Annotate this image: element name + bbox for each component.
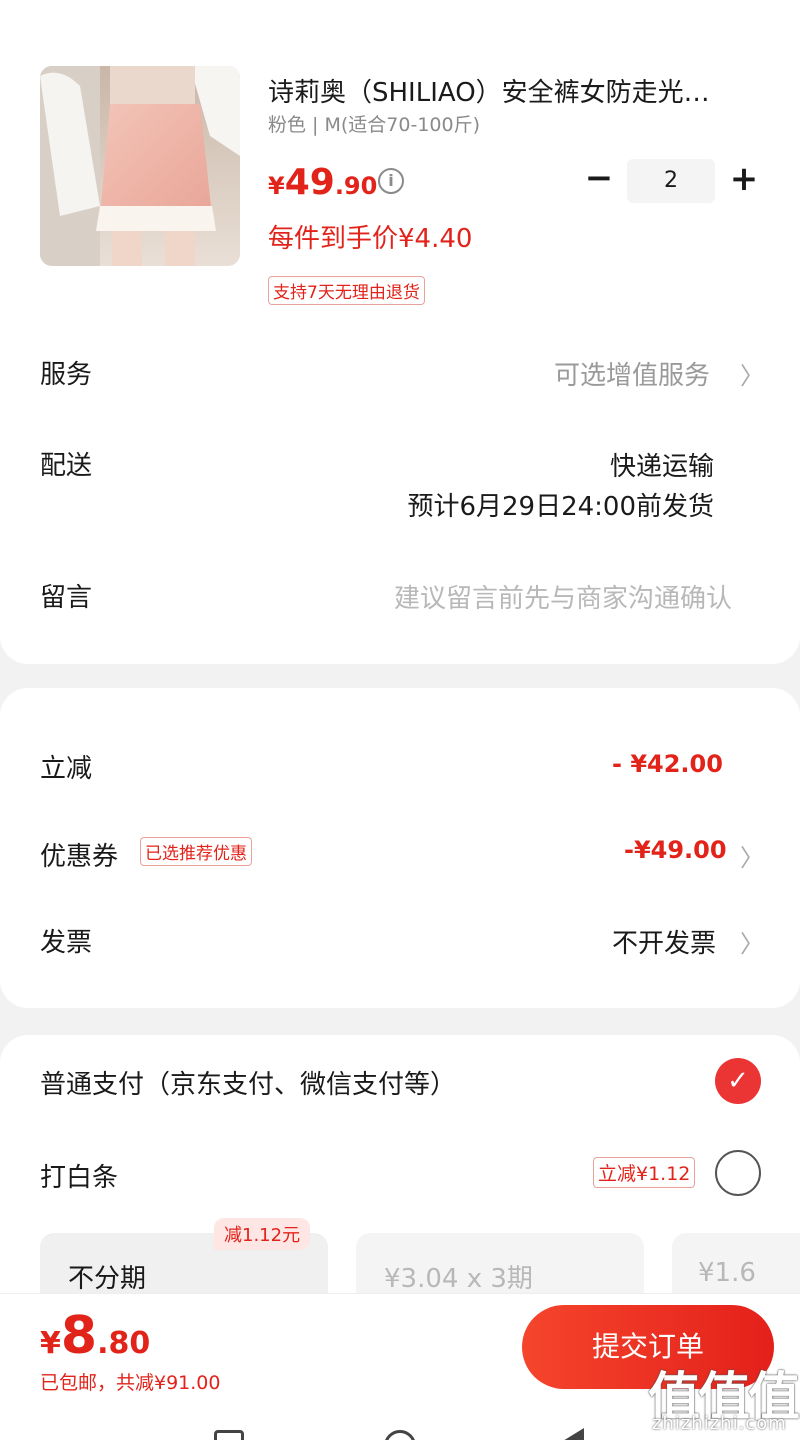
chevron-right-icon[interactable]: 〉 [740, 838, 764, 873]
plan-label: ¥1.6 [698, 1258, 756, 1288]
price-integer: 49 [284, 162, 335, 203]
site-watermark: 值值值 zhizhizhi.com [648, 1355, 800, 1440]
instant-discount-label: 立减 [40, 754, 93, 784]
plan-label: 不分期 [68, 1264, 147, 1294]
message-input[interactable]: 建议留言前先与商家沟通确认 [394, 578, 732, 615]
chevron-right-icon[interactable]: 〉 [740, 356, 764, 391]
price-decimal: .90 [334, 172, 378, 200]
total-price: ¥8.80 [40, 1306, 150, 1366]
watermark-url: zhizhizhi.com [652, 1413, 787, 1434]
back-icon[interactable] [558, 1428, 584, 1440]
total-currency: ¥ [40, 1326, 61, 1361]
coupon-value[interactable]: -¥49.00 [624, 836, 727, 864]
coupon-label: 优惠券 [40, 842, 119, 872]
invoice-label: 发票 [40, 928, 93, 958]
top-partial-header [0, 0, 800, 12]
payment-baitiao-label[interactable]: 打白条 [40, 1157, 118, 1194]
delivery-label: 配送 [40, 451, 93, 481]
plan-label: ¥3.04 x 3期 [384, 1264, 533, 1294]
price-currency: ¥ [268, 172, 285, 200]
product-title[interactable]: 诗莉奥（SHILIAO）安全裤女防走光… [268, 72, 758, 109]
invoice-value[interactable]: 不开发票 [612, 923, 716, 960]
delivery-method[interactable]: 快递运输 [610, 446, 714, 483]
payment-normal-label[interactable]: 普通支付（京东支付、微信支付等） [40, 1064, 456, 1101]
quantity-increase-button[interactable]: + [728, 162, 760, 196]
product-spec[interactable]: 粉色 | M(适合70-100斤) [268, 110, 480, 137]
message-label: 留言 [40, 583, 93, 613]
info-icon[interactable]: i [378, 168, 404, 194]
shipping-savings-info: 已包邮，共减¥91.00 [40, 1372, 221, 1394]
instant-discount-value: - ¥42.00 [612, 750, 723, 778]
plan-discount-tag: 减1.12元 [214, 1218, 311, 1250]
chevron-right-icon[interactable]: 〉 [740, 924, 764, 959]
total-decimal: .80 [97, 1326, 151, 1361]
product-photo-graphic [40, 66, 240, 266]
recent-apps-icon[interactable] [214, 1430, 244, 1440]
service-label: 服务 [40, 360, 93, 390]
service-value[interactable]: 可选增值服务 [554, 355, 710, 392]
coupon-badge: 已选推荐优惠 [140, 837, 252, 866]
total-integer: 8 [60, 1306, 98, 1366]
quantity-input[interactable]: 2 [627, 159, 715, 203]
unit-price: 每件到手价¥4.40 [268, 224, 473, 254]
checkmark-icon[interactable]: ✓ [715, 1058, 761, 1104]
product-price: ¥49.90 [268, 162, 377, 203]
returns-badge: 支持7天无理由退货 [268, 276, 425, 305]
quantity-decrease-button[interactable]: − [584, 161, 614, 195]
product-image[interactable] [40, 66, 240, 266]
baitiao-badge: 立减¥1.12 [593, 1157, 696, 1188]
delivery-eta: 预计6月29日24:00前发货 [407, 492, 714, 522]
radio-circle-icon[interactable] [715, 1150, 761, 1196]
